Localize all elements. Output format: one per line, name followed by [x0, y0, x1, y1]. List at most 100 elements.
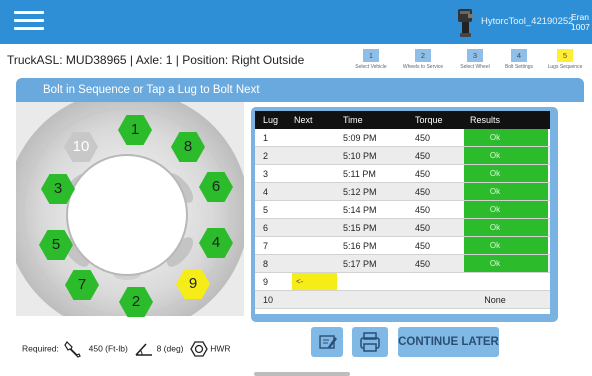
vehicle-position-title: TruckASL: MUD38965 | Axle: 1 | Position:… — [7, 53, 305, 67]
table-row[interactable]: 7 5:16 PM 450 Ok — [255, 237, 550, 255]
result-text: Ok — [489, 259, 501, 268]
cell-time: 5:12 PM — [343, 187, 377, 197]
table-row[interactable]: 6 5:15 PM 450 Ok — [255, 219, 550, 237]
cell-result-none: None — [464, 291, 548, 308]
wheel-diagram: 1 8 6 4 9 2 7 5 3 10 — [16, 102, 244, 317]
required-angle: 8 (deg) — [156, 343, 184, 354]
cell-result-ok: Ok — [464, 129, 548, 146]
column-header-time: Time — [343, 115, 363, 125]
cell-lug: 8 — [263, 259, 269, 269]
torque-tool-icon — [458, 9, 473, 37]
cell-lug: 7 — [263, 241, 269, 251]
user-name-line2: 1007 — [571, 22, 590, 32]
user-name-line1: Eran — [571, 12, 589, 22]
hamburger-menu-icon[interactable] — [14, 9, 44, 33]
app-screen: HytorcTool_42190252 Eran 1007 TruckASL: … — [0, 0, 592, 376]
user-name: Eran 1007 — [571, 12, 590, 32]
continue-later-button[interactable]: CONTINUE LATER — [398, 327, 499, 357]
edit-notes-icon — [319, 335, 337, 349]
step-bolt-settings[interactable]: 4 Bolt Settings — [497, 49, 541, 70]
result-text: Ok — [489, 223, 501, 232]
cell-time: 5:10 PM — [343, 151, 377, 161]
cell-torque: 450 — [415, 205, 431, 215]
cell-time: 5:17 PM — [343, 259, 377, 269]
required-label: Required: — [22, 343, 59, 354]
cell-time: 5:14 PM — [343, 205, 377, 215]
cell-result-ok: Ok — [464, 237, 548, 254]
column-header-results: Results — [470, 115, 501, 125]
table-row-next[interactable]: 9 <- — [255, 273, 550, 291]
table-row[interactable]: 2 5:10 PM 450 Ok — [255, 147, 550, 165]
step-number: 4 — [511, 49, 527, 62]
cell-torque: 450 — [415, 223, 431, 233]
hex-nut-icon — [190, 341, 208, 357]
app-bar: HytorcTool_42190252 Eran 1007 — [0, 0, 592, 44]
cell-torque: 450 — [415, 259, 431, 269]
table-row[interactable]: 5 5:14 PM 450 Ok — [255, 201, 550, 219]
cell-torque: 450 — [415, 133, 431, 143]
column-header-next: Next — [294, 115, 313, 125]
step-wheels-to-service[interactable]: 2 Wheels to Service — [401, 49, 445, 70]
cell-result-ok: Ok — [464, 183, 548, 200]
cell-time: 5:15 PM — [343, 223, 377, 233]
step-select-vehicle[interactable]: 1 Select Vehicle — [349, 49, 393, 70]
table-row[interactable]: 4 5:12 PM 450 Ok — [255, 183, 550, 201]
step-number: 1 — [363, 49, 379, 62]
cell-lug: 3 — [263, 169, 269, 179]
cell-time: 5:11 PM — [343, 169, 376, 179]
step-label: Select Vehicle — [355, 64, 387, 70]
cell-torque: 450 — [415, 151, 431, 161]
cell-result-ok: Ok — [464, 219, 548, 236]
gesture-handle[interactable] — [254, 372, 350, 376]
cell-time: 5:16 PM — [343, 241, 377, 251]
angle-icon — [135, 343, 153, 356]
step-number: 3 — [467, 49, 483, 62]
connected-tool-name: HytorcTool_42190252 — [481, 16, 574, 27]
cell-time: 5:09 PM — [343, 133, 377, 143]
cell-lug: 6 — [263, 223, 269, 233]
lug-table: Lug Next Time Torque Results 1 5:09 PM 4… — [255, 111, 550, 314]
cell-torque: 450 — [415, 241, 431, 251]
result-text: Ok — [489, 241, 501, 250]
table-row[interactable]: 3 5:11 PM 450 Ok — [255, 165, 550, 183]
cell-result-ok: Ok — [464, 201, 548, 218]
required-nut: HWR — [210, 343, 231, 354]
result-text: None — [484, 295, 506, 305]
notes-button[interactable] — [311, 327, 343, 357]
cell-torque: 450 — [415, 187, 431, 197]
table-header: Lug Next Time Torque Results — [255, 111, 550, 129]
step-label: Wheels to Service — [402, 64, 444, 70]
wrench-icon — [64, 341, 82, 358]
result-text: Ok — [489, 205, 501, 214]
table-row[interactable]: 1 5:09 PM 450 Ok — [255, 129, 550, 147]
instruction-header: Bolt in Sequence or Tap a Lug to Bolt Ne… — [16, 78, 584, 102]
cell-lug: 4 — [263, 187, 269, 197]
result-text: Ok — [489, 133, 501, 142]
required-specs: Required: 450 (Ft-lb) 8 (deg) HWR — [22, 340, 231, 358]
step-number: 5 — [557, 49, 573, 62]
step-label: Select Wheel — [460, 64, 490, 70]
step-label: Lugs Sequence — [547, 64, 583, 70]
cell-result-ok: Ok — [464, 255, 548, 272]
cell-result-ok: Ok — [464, 147, 548, 164]
print-button[interactable] — [352, 327, 388, 357]
printer-icon — [360, 332, 380, 352]
cell-lug: 2 — [263, 151, 269, 161]
cell-result-ok: Ok — [464, 165, 548, 182]
step-lugs-sequence[interactable]: 5 Lugs Sequence — [543, 49, 587, 70]
next-arrow-text: <- — [296, 277, 304, 286]
result-text: Ok — [489, 151, 501, 160]
column-header-torque: Torque — [415, 115, 443, 125]
cell-lug: 5 — [263, 205, 269, 215]
required-torque: 450 (Ft-lb) — [88, 343, 128, 354]
step-select-wheel[interactable]: 3 Select Wheel — [453, 49, 497, 70]
result-text: Ok — [489, 169, 501, 178]
instruction-text: Bolt in Sequence or Tap a Lug to Bolt Ne… — [43, 84, 260, 96]
step-number: 2 — [415, 49, 431, 62]
cell-lug: 9 — [263, 277, 269, 287]
lug-table-panel: Lug Next Time Torque Results 1 5:09 PM 4… — [251, 107, 558, 322]
table-row[interactable]: 10 None — [255, 291, 550, 309]
cell-lug: 1 — [263, 133, 269, 143]
table-row[interactable]: 8 5:17 PM 450 Ok — [255, 255, 550, 273]
cell-torque: 450 — [415, 169, 431, 179]
